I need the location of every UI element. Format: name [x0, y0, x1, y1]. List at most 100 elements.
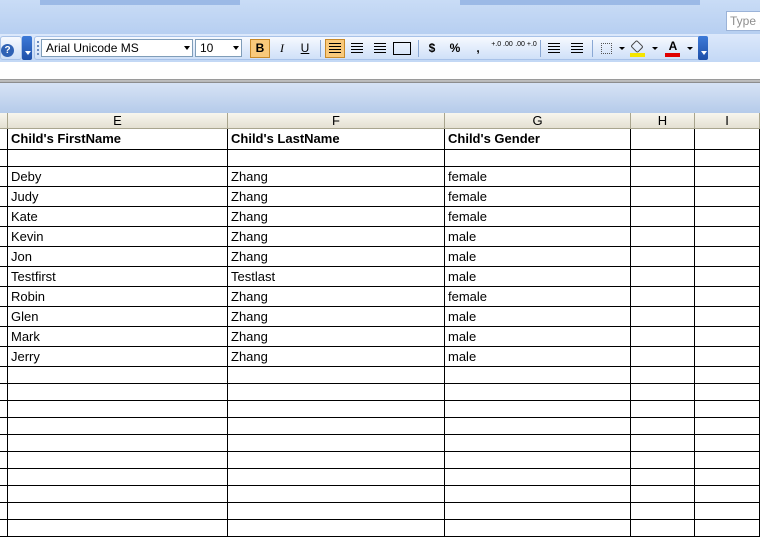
cell[interactable]: Zhang [228, 167, 445, 187]
cell[interactable]: Kevin [8, 227, 228, 247]
cell[interactable]: Kate [8, 207, 228, 227]
cell[interactable]: male [445, 347, 631, 367]
cell[interactable] [631, 367, 695, 384]
align-right-button[interactable] [370, 39, 390, 58]
cell[interactable] [631, 503, 695, 520]
row-header[interactable] [0, 207, 8, 227]
row-header[interactable] [0, 247, 8, 267]
cell[interactable] [695, 418, 760, 435]
cell[interactable] [695, 267, 760, 287]
chevron-down-icon[interactable] [652, 47, 658, 50]
help-icon[interactable]: ? [1, 44, 14, 57]
font-name-select[interactable]: Arial Unicode MS [41, 39, 193, 57]
cell[interactable] [445, 520, 631, 537]
decrease-indent-button[interactable] [544, 39, 564, 58]
cell[interactable]: Jon [8, 247, 228, 267]
decrease-decimal-button[interactable]: .00 +.0 [515, 39, 537, 58]
cell[interactable] [631, 486, 695, 503]
cell[interactable] [695, 327, 760, 347]
cell[interactable] [445, 384, 631, 401]
merge-and-center-button[interactable] [393, 42, 411, 55]
cell[interactable]: Zhang [228, 227, 445, 247]
cell[interactable]: Child's Gender [445, 129, 631, 150]
cell[interactable] [695, 307, 760, 327]
row-header[interactable] [0, 452, 8, 469]
cell[interactable] [631, 247, 695, 267]
cell[interactable] [695, 247, 760, 267]
cell[interactable]: female [445, 287, 631, 307]
cell[interactable] [445, 418, 631, 435]
cell[interactable] [228, 401, 445, 418]
cell[interactable]: Mark [8, 327, 228, 347]
row-header[interactable] [0, 503, 8, 520]
cell[interactable] [695, 452, 760, 469]
cell[interactable] [8, 520, 228, 537]
cell[interactable] [8, 469, 228, 486]
cell[interactable] [695, 167, 760, 187]
column-header-i[interactable]: I [695, 113, 760, 129]
borders-button[interactable] [597, 39, 617, 58]
cell[interactable]: male [445, 227, 631, 247]
row-header[interactable] [0, 129, 8, 150]
row-header[interactable] [0, 401, 8, 418]
row-header[interactable] [0, 327, 8, 347]
cell[interactable]: Glen [8, 307, 228, 327]
cell[interactable] [228, 486, 445, 503]
cell[interactable] [695, 520, 760, 537]
cell[interactable] [228, 452, 445, 469]
row-header[interactable] [0, 187, 8, 207]
cell[interactable] [695, 207, 760, 227]
cell[interactable] [631, 384, 695, 401]
cell[interactable]: Robin [8, 287, 228, 307]
cell[interactable] [445, 452, 631, 469]
column-header-g[interactable]: G [445, 113, 631, 129]
cell[interactable] [695, 150, 760, 167]
cell[interactable] [695, 486, 760, 503]
cell[interactable]: Zhang [228, 287, 445, 307]
cell[interactable] [228, 150, 445, 167]
italic-button[interactable]: I [272, 39, 292, 58]
cell[interactable] [228, 367, 445, 384]
cell[interactable] [631, 327, 695, 347]
percent-style-button[interactable]: % [445, 39, 465, 58]
comma-style-button[interactable]: , [468, 39, 488, 58]
row-header[interactable] [0, 267, 8, 287]
cell[interactable] [631, 227, 695, 247]
chevron-down-icon[interactable] [181, 40, 192, 56]
cell[interactable] [228, 503, 445, 520]
cell[interactable] [228, 435, 445, 452]
cell[interactable] [8, 150, 228, 167]
cell[interactable]: Judy [8, 187, 228, 207]
row-header[interactable] [0, 486, 8, 503]
cell[interactable] [631, 129, 695, 150]
cell[interactable]: female [445, 187, 631, 207]
cell[interactable]: Zhang [228, 327, 445, 347]
cell[interactable]: Deby [8, 167, 228, 187]
align-left-button[interactable] [325, 39, 345, 58]
cell[interactable] [8, 384, 228, 401]
cell[interactable] [8, 367, 228, 384]
cell[interactable]: Zhang [228, 207, 445, 227]
cell[interactable] [631, 267, 695, 287]
cell[interactable] [631, 520, 695, 537]
row-header[interactable] [0, 287, 8, 307]
cell[interactable] [228, 520, 445, 537]
cell[interactable]: Jerry [8, 347, 228, 367]
cell[interactable] [695, 129, 760, 150]
row-header[interactable] [0, 384, 8, 401]
cell[interactable] [631, 307, 695, 327]
cell[interactable] [8, 418, 228, 435]
row-header[interactable] [0, 150, 8, 167]
cell[interactable] [631, 418, 695, 435]
cell[interactable]: male [445, 327, 631, 347]
cell[interactable] [695, 384, 760, 401]
cell[interactable] [631, 207, 695, 227]
cell[interactable] [631, 287, 695, 307]
font-size-select[interactable]: 10 [195, 39, 242, 57]
cell[interactable]: Zhang [228, 247, 445, 267]
cell[interactable] [8, 452, 228, 469]
increase-decimal-button[interactable]: +.0 .00 [491, 39, 513, 58]
row-header[interactable] [0, 367, 8, 384]
cell[interactable] [631, 452, 695, 469]
cell[interactable] [445, 503, 631, 520]
